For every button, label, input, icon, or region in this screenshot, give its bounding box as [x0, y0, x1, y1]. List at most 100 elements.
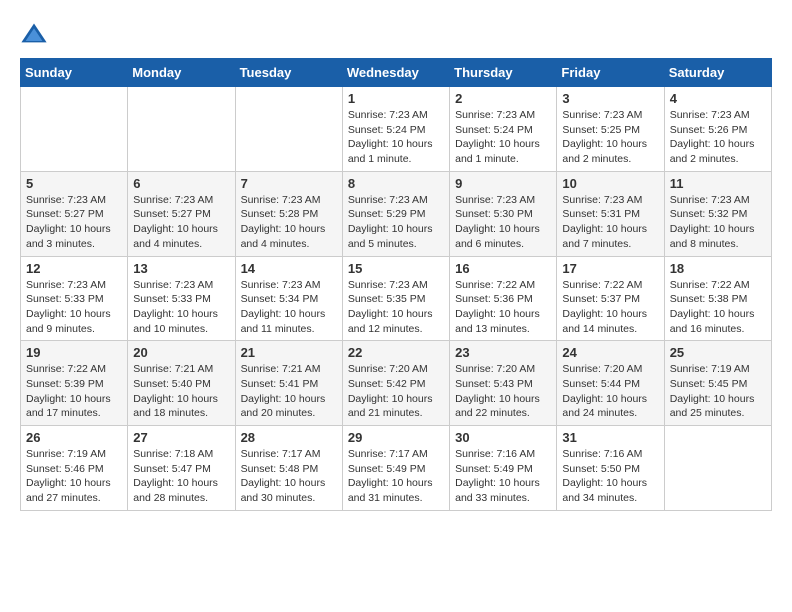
day-number: 29	[348, 430, 444, 445]
calendar-cell: 12 Sunrise: 7:23 AM Sunset: 5:33 PM Dayli…	[21, 256, 128, 341]
calendar-cell: 18 Sunrise: 7:22 AM Sunset: 5:38 PM Dayli…	[664, 256, 771, 341]
weekday-header: Wednesday	[342, 59, 449, 87]
day-info: Sunrise: 7:22 AM Sunset: 5:37 PM Dayligh…	[562, 278, 658, 337]
day-info: Sunrise: 7:23 AM Sunset: 5:26 PM Dayligh…	[670, 108, 766, 167]
weekday-header: Monday	[128, 59, 235, 87]
calendar-cell: 7 Sunrise: 7:23 AM Sunset: 5:28 PM Daylig…	[235, 171, 342, 256]
day-info: Sunrise: 7:23 AM Sunset: 5:33 PM Dayligh…	[26, 278, 122, 337]
day-number: 9	[455, 176, 551, 191]
calendar-cell: 13 Sunrise: 7:23 AM Sunset: 5:33 PM Dayli…	[128, 256, 235, 341]
day-number: 24	[562, 345, 658, 360]
day-info: Sunrise: 7:23 AM Sunset: 5:27 PM Dayligh…	[26, 193, 122, 252]
calendar-cell: 3 Sunrise: 7:23 AM Sunset: 5:25 PM Daylig…	[557, 87, 664, 172]
day-number: 1	[348, 91, 444, 106]
day-number: 30	[455, 430, 551, 445]
day-number: 22	[348, 345, 444, 360]
day-info: Sunrise: 7:16 AM Sunset: 5:49 PM Dayligh…	[455, 447, 551, 506]
day-info: Sunrise: 7:23 AM Sunset: 5:31 PM Dayligh…	[562, 193, 658, 252]
day-number: 26	[26, 430, 122, 445]
day-number: 23	[455, 345, 551, 360]
calendar-cell: 16 Sunrise: 7:22 AM Sunset: 5:36 PM Dayli…	[450, 256, 557, 341]
day-info: Sunrise: 7:23 AM Sunset: 5:24 PM Dayligh…	[455, 108, 551, 167]
day-number: 16	[455, 261, 551, 276]
day-info: Sunrise: 7:21 AM Sunset: 5:41 PM Dayligh…	[241, 362, 337, 421]
calendar-cell: 29Sunrise: 7:17 AM Sunset: 5:49 PM Dayli…	[342, 426, 449, 511]
calendar-cell: 10 Sunrise: 7:23 AM Sunset: 5:31 PM Dayli…	[557, 171, 664, 256]
day-info: Sunrise: 7:23 AM Sunset: 5:30 PM Dayligh…	[455, 193, 551, 252]
weekday-header: Tuesday	[235, 59, 342, 87]
calendar-cell: 1 Sunrise: 7:23 AM Sunset: 5:24 PM Daylig…	[342, 87, 449, 172]
day-info: Sunrise: 7:23 AM Sunset: 5:33 PM Dayligh…	[133, 278, 229, 337]
day-info: Sunrise: 7:20 AM Sunset: 5:44 PM Dayligh…	[562, 362, 658, 421]
calendar-cell	[21, 87, 128, 172]
day-info: Sunrise: 7:23 AM Sunset: 5:35 PM Dayligh…	[348, 278, 444, 337]
day-number: 21	[241, 345, 337, 360]
calendar-week-row: 5 Sunrise: 7:23 AM Sunset: 5:27 PM Daylig…	[21, 171, 772, 256]
calendar-cell: 9 Sunrise: 7:23 AM Sunset: 5:30 PM Daylig…	[450, 171, 557, 256]
day-number: 11	[670, 176, 766, 191]
day-number: 10	[562, 176, 658, 191]
day-number: 8	[348, 176, 444, 191]
day-info: Sunrise: 7:23 AM Sunset: 5:28 PM Dayligh…	[241, 193, 337, 252]
calendar-cell: 24 Sunrise: 7:20 AM Sunset: 5:44 PM Dayli…	[557, 341, 664, 426]
day-number: 15	[348, 261, 444, 276]
weekday-header-row: SundayMondayTuesdayWednesdayThursdayFrid…	[21, 59, 772, 87]
day-info: Sunrise: 7:16 AM Sunset: 5:50 PM Dayligh…	[562, 447, 658, 506]
calendar-cell: 25Sunrise: 7:19 AM Sunset: 5:45 PM Dayli…	[664, 341, 771, 426]
day-info: Sunrise: 7:23 AM Sunset: 5:25 PM Dayligh…	[562, 108, 658, 167]
calendar-cell: 15 Sunrise: 7:23 AM Sunset: 5:35 PM Dayli…	[342, 256, 449, 341]
day-number: 17	[562, 261, 658, 276]
calendar-cell: 6Sunrise: 7:23 AM Sunset: 5:27 PM Daylig…	[128, 171, 235, 256]
weekday-header: Thursday	[450, 59, 557, 87]
calendar-week-row: 26Sunrise: 7:19 AM Sunset: 5:46 PM Dayli…	[21, 426, 772, 511]
calendar-cell: 14 Sunrise: 7:23 AM Sunset: 5:34 PM Dayli…	[235, 256, 342, 341]
day-number: 5	[26, 176, 122, 191]
day-info: Sunrise: 7:23 AM Sunset: 5:24 PM Dayligh…	[348, 108, 444, 167]
calendar-cell: 2 Sunrise: 7:23 AM Sunset: 5:24 PM Daylig…	[450, 87, 557, 172]
calendar-cell: 23 Sunrise: 7:20 AM Sunset: 5:43 PM Dayli…	[450, 341, 557, 426]
day-info: Sunrise: 7:21 AM Sunset: 5:40 PM Dayligh…	[133, 362, 229, 421]
calendar-cell: 20Sunrise: 7:21 AM Sunset: 5:40 PM Dayli…	[128, 341, 235, 426]
day-number: 12	[26, 261, 122, 276]
logo	[20, 20, 52, 48]
day-number: 19	[26, 345, 122, 360]
calendar-cell: 22 Sunrise: 7:20 AM Sunset: 5:42 PM Dayli…	[342, 341, 449, 426]
day-number: 18	[670, 261, 766, 276]
day-number: 28	[241, 430, 337, 445]
calendar-cell: 26Sunrise: 7:19 AM Sunset: 5:46 PM Dayli…	[21, 426, 128, 511]
calendar-cell	[128, 87, 235, 172]
day-number: 14	[241, 261, 337, 276]
calendar-cell	[664, 426, 771, 511]
calendar-table: SundayMondayTuesdayWednesdayThursdayFrid…	[20, 58, 772, 511]
day-number: 31	[562, 430, 658, 445]
day-info: Sunrise: 7:23 AM Sunset: 5:34 PM Dayligh…	[241, 278, 337, 337]
day-number: 13	[133, 261, 229, 276]
day-number: 4	[670, 91, 766, 106]
day-info: Sunrise: 7:23 AM Sunset: 5:32 PM Dayligh…	[670, 193, 766, 252]
calendar-week-row: 19Sunrise: 7:22 AM Sunset: 5:39 PM Dayli…	[21, 341, 772, 426]
day-info: Sunrise: 7:19 AM Sunset: 5:45 PM Dayligh…	[670, 362, 766, 421]
calendar-cell: 31 Sunrise: 7:16 AM Sunset: 5:50 PM Dayli…	[557, 426, 664, 511]
calendar-week-row: 12 Sunrise: 7:23 AM Sunset: 5:33 PM Dayli…	[21, 256, 772, 341]
page-header	[20, 20, 772, 48]
calendar-cell: 28 Sunrise: 7:17 AM Sunset: 5:48 PM Dayli…	[235, 426, 342, 511]
calendar-week-row: 1 Sunrise: 7:23 AM Sunset: 5:24 PM Daylig…	[21, 87, 772, 172]
calendar-cell	[235, 87, 342, 172]
day-info: Sunrise: 7:20 AM Sunset: 5:42 PM Dayligh…	[348, 362, 444, 421]
day-number: 7	[241, 176, 337, 191]
calendar-cell: 19Sunrise: 7:22 AM Sunset: 5:39 PM Dayli…	[21, 341, 128, 426]
day-number: 3	[562, 91, 658, 106]
day-info: Sunrise: 7:23 AM Sunset: 5:27 PM Dayligh…	[133, 193, 229, 252]
calendar-cell: 27Sunrise: 7:18 AM Sunset: 5:47 PM Dayli…	[128, 426, 235, 511]
day-info: Sunrise: 7:23 AM Sunset: 5:29 PM Dayligh…	[348, 193, 444, 252]
day-info: Sunrise: 7:20 AM Sunset: 5:43 PM Dayligh…	[455, 362, 551, 421]
weekday-header: Friday	[557, 59, 664, 87]
day-info: Sunrise: 7:22 AM Sunset: 5:38 PM Dayligh…	[670, 278, 766, 337]
weekday-header: Sunday	[21, 59, 128, 87]
day-number: 27	[133, 430, 229, 445]
day-info: Sunrise: 7:17 AM Sunset: 5:48 PM Dayligh…	[241, 447, 337, 506]
day-number: 2	[455, 91, 551, 106]
logo-icon	[20, 20, 48, 48]
calendar-cell: 5 Sunrise: 7:23 AM Sunset: 5:27 PM Daylig…	[21, 171, 128, 256]
day-info: Sunrise: 7:22 AM Sunset: 5:36 PM Dayligh…	[455, 278, 551, 337]
